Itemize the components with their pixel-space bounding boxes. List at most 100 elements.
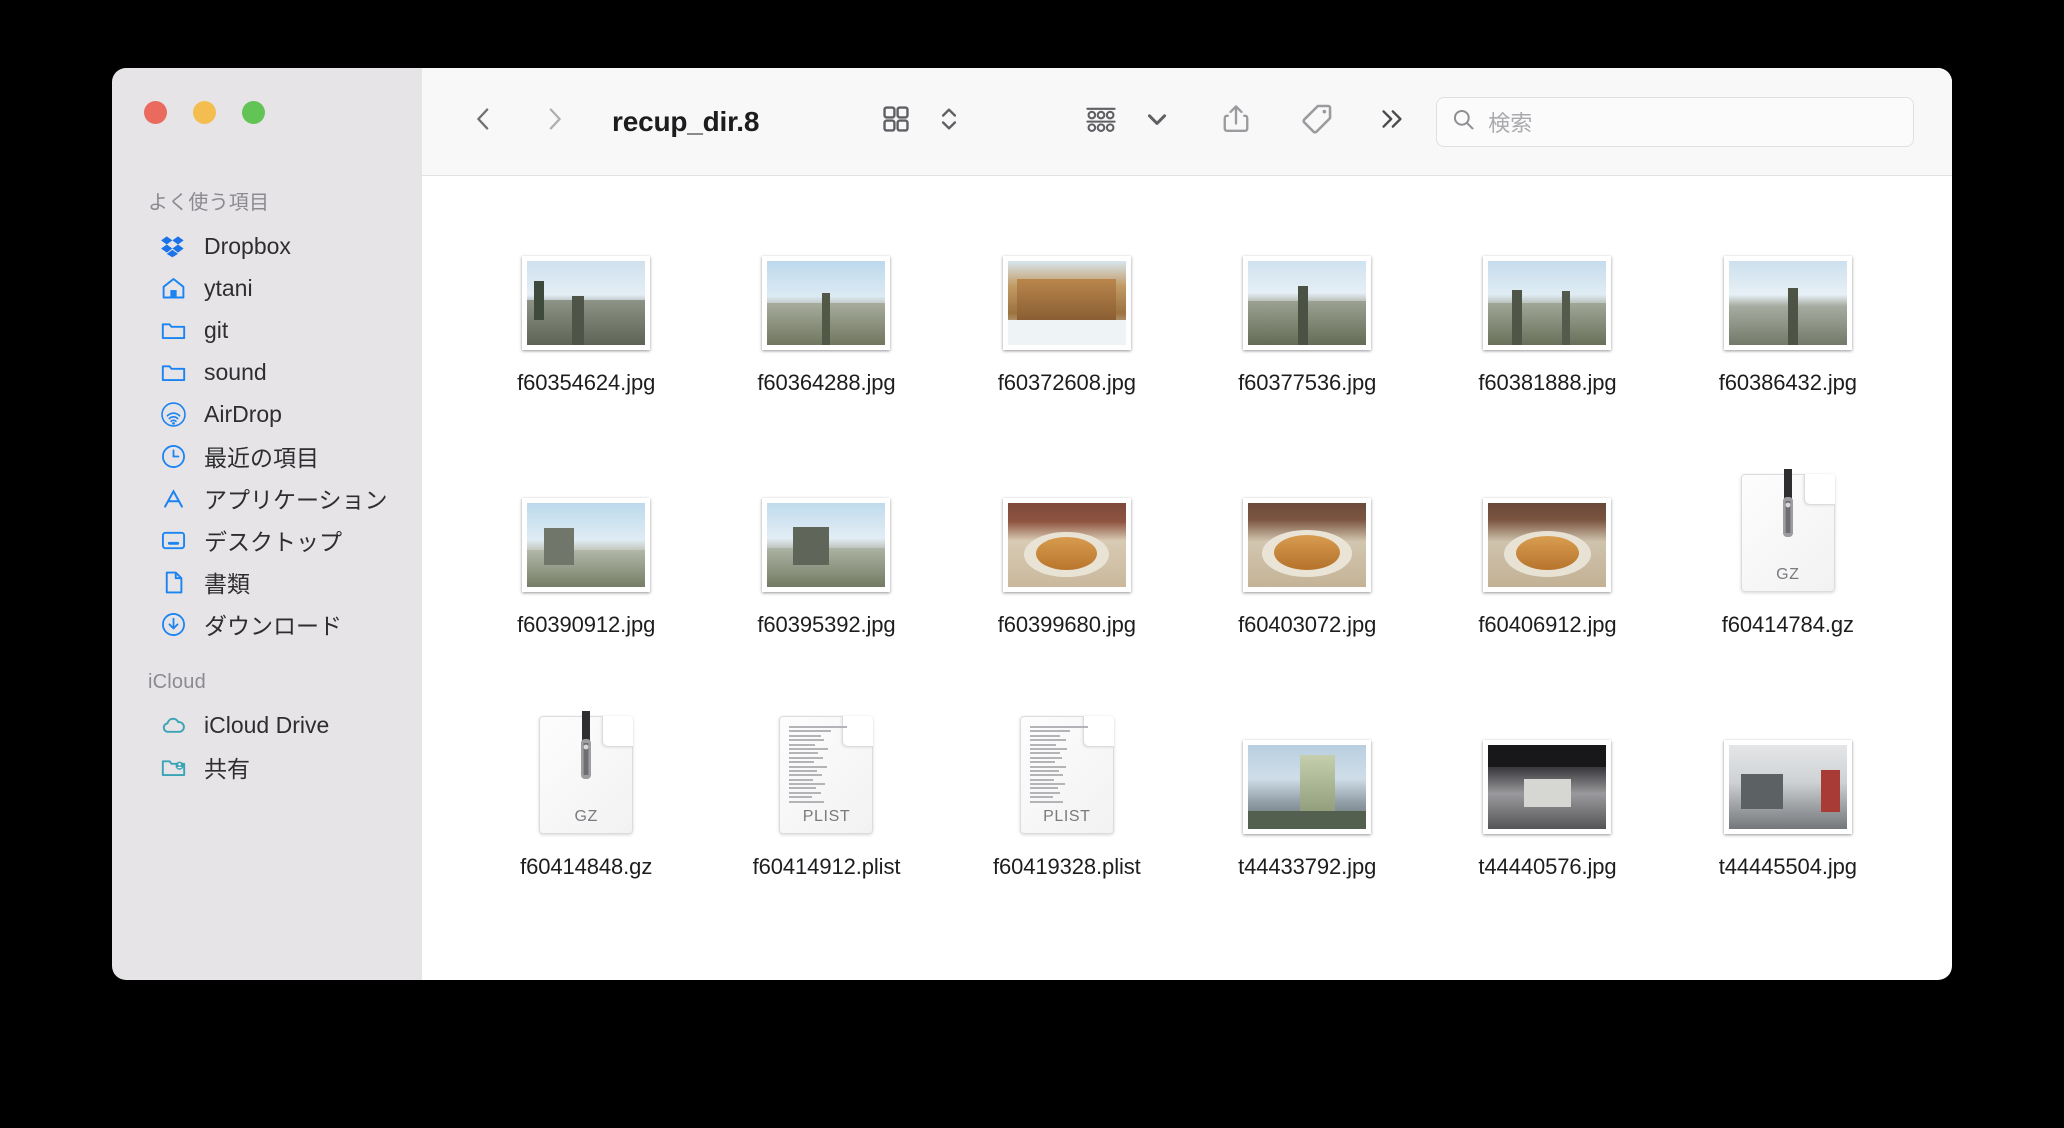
sidebar-item-label: AirDrop — [204, 400, 282, 427]
group-by-button[interactable] — [1078, 97, 1124, 147]
file-kind-badge: GZ — [574, 808, 598, 825]
chevron-right-icon — [539, 104, 569, 139]
sidebar-item-label: ダウンロード — [204, 613, 342, 639]
grid-view-icon — [880, 103, 912, 140]
photo-thumbnail — [762, 256, 891, 350]
sidebar-item-label: git — [204, 316, 229, 343]
back-button[interactable] — [462, 100, 506, 144]
file-item[interactable] — [1668, 954, 1908, 980]
sidebar-item-applications[interactable]: アプリケーション — [124, 477, 410, 519]
shared-folder-icon — [160, 754, 187, 781]
tag-button[interactable] — [1294, 97, 1340, 147]
page-title: recup_dir.8 — [612, 105, 760, 137]
file-name: t44445504.jpg — [1718, 854, 1857, 879]
page-fold — [1803, 474, 1835, 505]
sidebar-item-git[interactable]: git — [124, 309, 410, 351]
file-item[interactable]: GZ f60414784.gz — [1668, 469, 1908, 638]
file-item[interactable]: t44440576.jpg — [1427, 712, 1667, 880]
sidebar-section-favorites-title: よく使う項目 — [148, 192, 270, 214]
photo-thumbnail — [1723, 256, 1852, 350]
file-item[interactable]: f60395392.jpg — [706, 470, 946, 638]
sidebar-item-sound[interactable]: sound — [124, 351, 410, 393]
file-item[interactable] — [1187, 954, 1427, 980]
sidebar-item-label: sound — [204, 358, 267, 385]
page-fold — [602, 716, 634, 747]
chevron-down-icon — [1146, 108, 1168, 135]
cloud-icon — [160, 712, 187, 739]
photo-thumbnail — [522, 256, 651, 350]
plist-file-icon: PLIST — [1019, 716, 1114, 834]
toolbar: recup_dir.8 検索 — [422, 68, 1952, 176]
photo-thumbnail — [1243, 740, 1372, 834]
thumbnail: GZ — [1740, 469, 1835, 592]
thumbnail — [1002, 470, 1131, 592]
minimize-button[interactable] — [193, 101, 216, 124]
file-item[interactable] — [947, 954, 1187, 980]
file-item[interactable]: f60403072.jpg — [1187, 470, 1427, 638]
file-name: f60381888.jpg — [1478, 370, 1617, 395]
thumbnail — [522, 954, 650, 980]
photo-thumbnail — [1483, 256, 1612, 350]
group-by-chevron-button[interactable] — [1140, 97, 1174, 147]
thumbnail — [1483, 470, 1612, 592]
file-item[interactable] — [706, 954, 946, 980]
file-item[interactable] — [1427, 954, 1667, 980]
photo-thumbnail — [1723, 740, 1852, 834]
file-item[interactable]: PLIST f60414912.plist — [706, 712, 946, 880]
file-name: f60414784.gz — [1721, 612, 1854, 637]
thumbnail: PLIST — [1019, 712, 1114, 834]
photo-thumbnail — [1243, 498, 1372, 592]
view-grid-button[interactable] — [874, 97, 918, 147]
file-item[interactable]: f60390912.jpg — [466, 470, 706, 638]
file-item[interactable]: GZ f60414848.gz — [466, 711, 706, 880]
file-item[interactable]: f60377536.jpg — [1187, 228, 1427, 396]
close-button[interactable] — [144, 101, 167, 124]
thumbnail — [1483, 228, 1612, 350]
sidebar-scroll[interactable]: よく使う項目 Dropbox ytani git sound AirDrop 最… — [112, 176, 422, 980]
file-item[interactable] — [466, 954, 706, 980]
file-item[interactable]: f60372608.jpg — [947, 228, 1187, 396]
sidebar-item-airdrop[interactable]: AirDrop — [124, 393, 410, 435]
file-item[interactable]: PLIST f60419328.plist — [947, 712, 1187, 880]
thumbnail — [522, 470, 651, 592]
file-name: f60390912.jpg — [517, 612, 656, 637]
photo-thumbnail — [1483, 740, 1612, 834]
sidebar-item-dropbox[interactable]: Dropbox — [124, 225, 410, 267]
file-name: t44433792.jpg — [1238, 854, 1377, 879]
sidebar-item-desktop[interactable]: デスクトップ — [124, 519, 410, 561]
sidebar-item-downloads[interactable]: ダウンロード — [124, 603, 410, 645]
sidebar-item-label: 書類 — [204, 571, 250, 597]
file-item[interactable]: t44445504.jpg — [1668, 712, 1908, 880]
file-name: f60372608.jpg — [997, 370, 1136, 395]
file-item[interactable]: f60354624.jpg — [466, 228, 706, 396]
sidebar-item-documents[interactable]: 書類 — [124, 561, 410, 603]
search-input[interactable]: 検索 — [1488, 106, 1532, 138]
sidebar-item-icloud-drive[interactable]: iCloud Drive — [124, 704, 410, 746]
thumbnail — [762, 470, 891, 592]
maximize-button[interactable] — [242, 101, 265, 124]
file-grid: f60354624.jpg f60364288.jpg f60372608.jp… — [422, 228, 1952, 980]
desktop-icon — [160, 527, 187, 554]
file-item[interactable]: f60406912.jpg — [1427, 470, 1667, 638]
file-grid-area[interactable]: f60354624.jpg f60364288.jpg f60372608.jp… — [422, 176, 1952, 980]
sidebar-item-ytani[interactable]: ytani — [124, 267, 410, 309]
file-item[interactable]: t44433792.jpg — [1187, 712, 1427, 880]
file-kind-badge: PLIST — [802, 808, 851, 825]
file-item[interactable]: f60381888.jpg — [1427, 228, 1667, 396]
folder-icon — [160, 359, 187, 386]
chevron-left-icon — [469, 104, 499, 139]
file-name: f60399680.jpg — [997, 612, 1136, 637]
sidebar-item-shared[interactable]: 共有 — [124, 746, 410, 788]
forward-button[interactable] — [532, 100, 576, 144]
view-stepper-button[interactable] — [932, 97, 966, 147]
toolbar-overflow-button[interactable] — [1372, 97, 1412, 147]
file-item[interactable]: f60399680.jpg — [947, 470, 1187, 638]
thumbnail — [1723, 712, 1852, 834]
file-item[interactable]: f60364288.jpg — [706, 228, 946, 396]
file-item[interactable]: f60386432.jpg — [1668, 228, 1908, 396]
share-button[interactable] — [1214, 97, 1258, 147]
search-field[interactable]: 検索 — [1436, 96, 1915, 147]
thumbnail — [1243, 712, 1372, 834]
sidebar-item-recents[interactable]: 最近の項目 — [124, 435, 410, 477]
file-name: f60406912.jpg — [1478, 612, 1617, 637]
